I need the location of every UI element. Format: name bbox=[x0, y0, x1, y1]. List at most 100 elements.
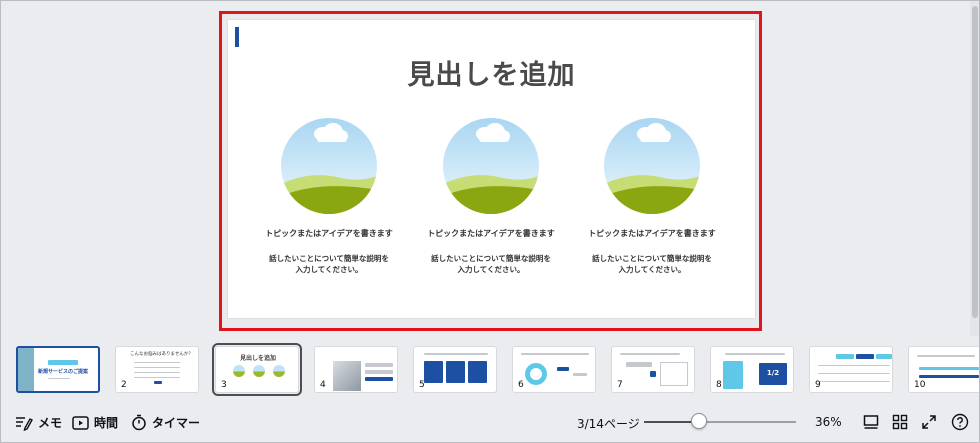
filmstrip-view-icon bbox=[863, 415, 879, 429]
page-indicator[interactable]: 3/14ページ bbox=[577, 415, 640, 432]
notes-icon bbox=[16, 416, 33, 431]
thumb-text-line bbox=[424, 353, 488, 355]
slide-thumbnail-7[interactable]: 7 bbox=[611, 346, 695, 393]
thumb-text-line bbox=[365, 370, 393, 374]
thumb-tile bbox=[446, 361, 465, 383]
thumb-tile bbox=[424, 361, 443, 383]
topic-description[interactable]: 話したいことについて簡単な説明を 入力してください。 bbox=[411, 253, 571, 275]
play-screen-icon bbox=[72, 415, 89, 430]
slide-number: 7 bbox=[617, 380, 623, 390]
bottom-toolbar: メモ 時間 タイマー 3/14ページ 36% bbox=[0, 404, 980, 442]
slide-number: 3 bbox=[221, 380, 227, 390]
memo-label: メモ bbox=[38, 416, 63, 430]
thumb-text-line bbox=[818, 365, 890, 366]
slide-heading[interactable]: 見出しを追加 bbox=[228, 53, 755, 92]
filmstrip-view-button[interactable] bbox=[861, 412, 881, 432]
thumb-tile bbox=[468, 361, 487, 383]
landscape-image[interactable] bbox=[443, 118, 539, 214]
thumb-photo bbox=[333, 361, 361, 391]
zoom-slider-handle[interactable] bbox=[691, 413, 707, 429]
current-slide[interactable]: 見出しを追加 トピックまたはアイデアを書きます 話したいことについて簡単な説明を… bbox=[228, 20, 755, 318]
thumb-text-line bbox=[620, 353, 680, 355]
thumb-text-line bbox=[365, 363, 393, 367]
slide-canvas-area: 見出しを追加 トピックまたはアイデアを書きます 話したいことについて簡単な説明を… bbox=[0, 0, 980, 336]
stopwatch-icon bbox=[132, 414, 146, 431]
thumb-bar bbox=[557, 367, 569, 371]
thumb-text-line bbox=[48, 378, 70, 379]
thumb-box bbox=[660, 362, 688, 386]
thumb-bar bbox=[919, 367, 979, 370]
topic-title[interactable]: トピックまたはアイデアを書きます bbox=[249, 228, 409, 239]
slide-number: 10 bbox=[914, 380, 926, 390]
topic-column-3[interactable]: トピックまたはアイデアを書きます 話したいことについて簡単な説明を 入力してくだ… bbox=[572, 118, 732, 275]
topic-column-2[interactable]: トピックまたはアイデアを書きます 話したいことについて簡単な説明を 入力してくだ… bbox=[411, 118, 571, 275]
fullscreen-button[interactable] bbox=[919, 412, 939, 432]
slide-number: 6 bbox=[518, 380, 524, 390]
thumb-header bbox=[876, 354, 892, 359]
slide-thumbnail-5[interactable]: 5 bbox=[413, 346, 497, 393]
thumb-header bbox=[856, 354, 874, 359]
slide-thumbnail-9[interactable]: 9 bbox=[809, 346, 893, 393]
thumb-text-line bbox=[134, 377, 180, 378]
grid-icon bbox=[892, 414, 908, 430]
topic-title[interactable]: トピックまたはアイデアを書きます bbox=[411, 228, 571, 239]
thumb-photo bbox=[18, 348, 34, 391]
help-button[interactable] bbox=[950, 412, 970, 432]
thumb-header bbox=[836, 354, 854, 359]
slide-thumbnail-2[interactable]: こんなお悩みはありませんか？ 2 bbox=[115, 346, 199, 393]
slide-number: 9 bbox=[815, 380, 821, 390]
slide-filmstrip: 新規サービスのご提案 こんなお悩みはありませんか？ 2 見出しを追加 3 4 5 bbox=[0, 340, 980, 400]
thumb-label bbox=[48, 360, 78, 365]
slide-number: 5 bbox=[419, 380, 425, 390]
thumb-title: 新規サービスのご提案 bbox=[38, 369, 89, 375]
thumb-text-line bbox=[725, 353, 785, 355]
thumb-text-line bbox=[521, 353, 589, 355]
thumb-bar bbox=[919, 375, 979, 378]
thumb-circle bbox=[233, 365, 245, 377]
topic-description[interactable]: 話したいことについて簡単な説明を 入力してください。 bbox=[572, 253, 732, 275]
expand-icon bbox=[922, 415, 936, 429]
topic-description[interactable]: 話したいことについて簡単な説明を 入力してください。 bbox=[249, 253, 409, 275]
thumb-circle bbox=[273, 365, 285, 377]
thumb-text-line bbox=[134, 362, 180, 363]
thumb-box bbox=[626, 362, 652, 367]
slide-thumbnail-8[interactable]: 1/2 8 bbox=[710, 346, 794, 393]
thumb-text-line bbox=[818, 381, 890, 382]
landscape-image[interactable] bbox=[604, 118, 700, 214]
thumb-text-line bbox=[818, 373, 890, 374]
slide-number: 4 bbox=[320, 380, 326, 390]
accent-bar bbox=[235, 27, 239, 47]
thumb-figure: 1/2 bbox=[766, 369, 780, 377]
slide-number: 8 bbox=[716, 380, 722, 390]
time-button[interactable]: 時間 bbox=[72, 414, 118, 431]
slide-thumbnail-6[interactable]: 6 bbox=[512, 346, 596, 393]
topic-title[interactable]: トピックまたはアイデアを書きます bbox=[572, 228, 732, 239]
zoom-percent[interactable]: 36% bbox=[815, 415, 842, 429]
thumb-arrow bbox=[650, 371, 656, 377]
slide-thumbnail-1[interactable]: 新規サービスのご提案 bbox=[16, 346, 100, 393]
grid-view-button[interactable] bbox=[890, 412, 910, 432]
thumb-text-line bbox=[134, 372, 180, 373]
time-label: 時間 bbox=[94, 416, 119, 430]
thumb-text-line bbox=[573, 373, 587, 376]
thumb-text-line bbox=[134, 367, 180, 368]
topic-column-1[interactable]: トピックまたはアイデアを書きます 話したいことについて簡単な説明を 入力してくだ… bbox=[249, 118, 409, 275]
thumb-title: 見出しを追加 bbox=[239, 355, 276, 362]
thumb-donut bbox=[525, 363, 547, 385]
scrollbar-thumb[interactable] bbox=[972, 6, 978, 318]
timer-button[interactable]: タイマー bbox=[131, 414, 200, 431]
thumb-circle bbox=[253, 365, 265, 377]
slide-number: 2 bbox=[121, 380, 127, 390]
thumb-text-line bbox=[917, 355, 975, 357]
slide-thumbnail-3[interactable]: 見出しを追加 3 bbox=[212, 343, 302, 396]
thumb-bar bbox=[365, 377, 393, 381]
landscape-image[interactable] bbox=[281, 118, 377, 214]
slide-thumbnail-4[interactable]: 4 bbox=[314, 346, 398, 393]
timer-label: タイマー bbox=[152, 416, 201, 430]
thumb-arrow bbox=[154, 381, 162, 384]
memo-button[interactable]: メモ bbox=[15, 414, 62, 431]
thumb-title: こんなお悩みはありませんか？ bbox=[130, 352, 193, 357]
thumb-graphic bbox=[723, 361, 743, 389]
help-icon bbox=[951, 413, 969, 431]
slide-thumbnail-10[interactable]: 10 bbox=[908, 346, 980, 393]
